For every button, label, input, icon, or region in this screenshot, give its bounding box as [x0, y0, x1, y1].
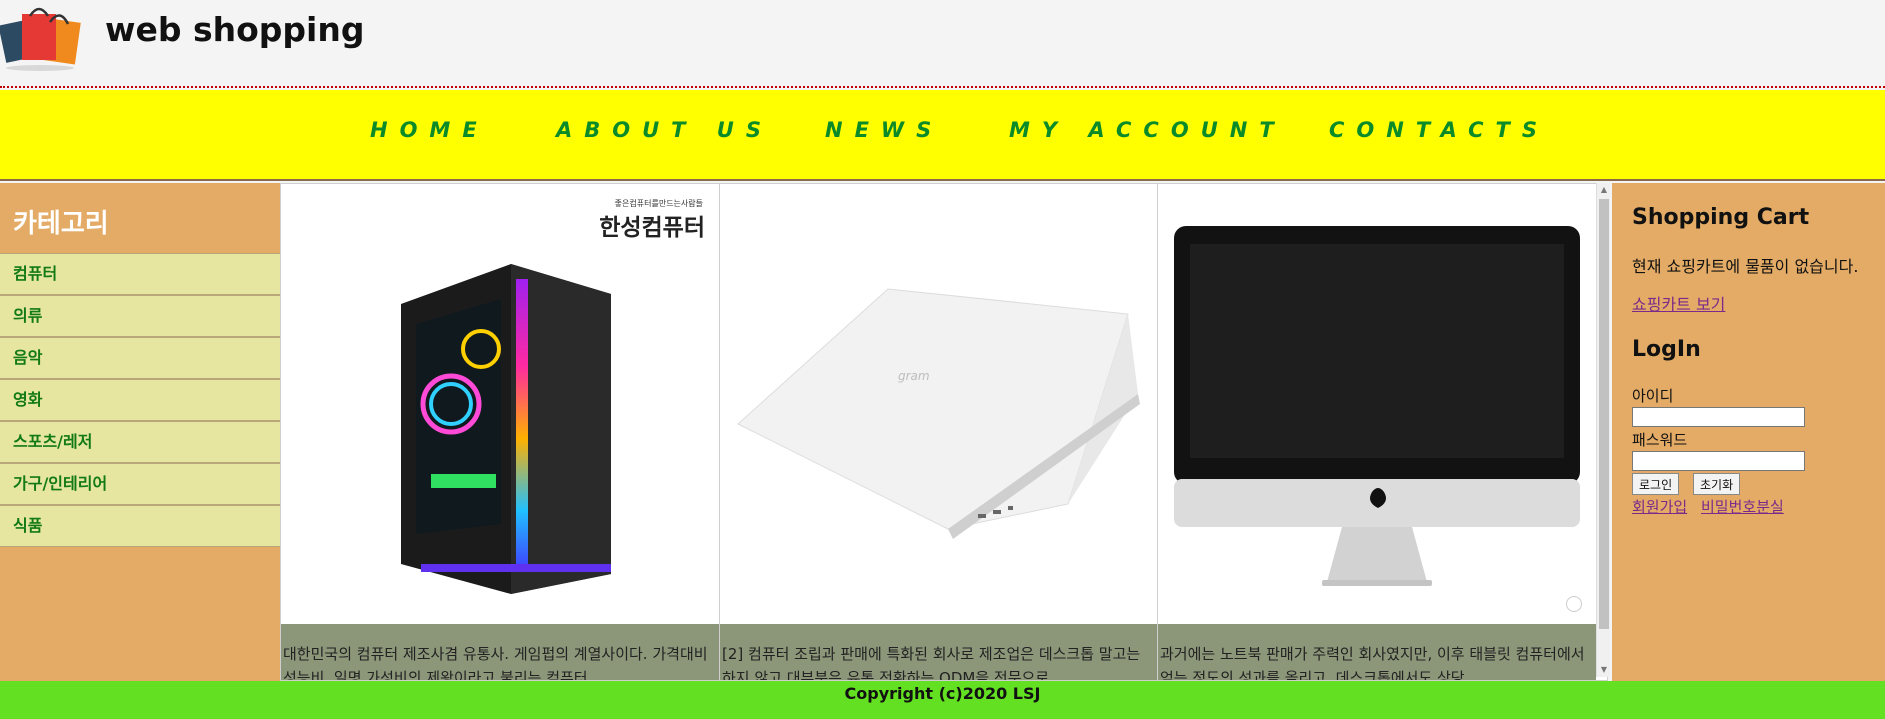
site-title: web shopping: [105, 10, 365, 49]
category-sidebar: 카테고리 컴퓨터 의류 음악 영화 스포츠/레저 가구/인테리어 식품: [0, 183, 280, 681]
laptop-icon: [737, 288, 1140, 539]
product-description: 과거에는 노트북 판매가 주력인 회사였지만, 이후 태블릿 컴퓨터에서 얻는 …: [1158, 624, 1596, 680]
login-title: LogIn: [1632, 337, 1701, 362]
imac-icon: [1174, 226, 1580, 586]
nav-my-account[interactable]: MY ACCOUNT: [1009, 118, 1286, 142]
product-description: 대한민국의 컴퓨터 제조사겸 유통사. 게임펍의 계열사이다. 가격대비 성능비…: [281, 624, 719, 680]
nav-contacts[interactable]: CONTACTS: [1329, 118, 1549, 142]
scroll-down-arrow-icon[interactable]: ▼: [1597, 663, 1611, 677]
laptop-brand: gram: [898, 369, 930, 383]
category-item-clothing[interactable]: 의류: [0, 295, 280, 337]
category-item-food[interactable]: 식품: [0, 505, 280, 547]
gaming-pc-case-icon: [401, 264, 611, 594]
id-label: 아이디: [1632, 387, 1674, 405]
main-scrollbar[interactable]: ▲ ▼: [1596, 183, 1610, 677]
cart-title: Shopping Cart: [1632, 205, 1810, 230]
scroll-up-arrow-icon[interactable]: ▲: [1597, 183, 1611, 197]
product-image[interactable]: [1158, 184, 1596, 624]
lost-password-link[interactable]: 비밀번호분실: [1701, 496, 1784, 517]
site-footer: Copyright (c)2020 LSJ: [0, 681, 1885, 719]
product-image[interactable]: 좋은컴퓨터를만드는사람들 한성컴퓨터: [281, 184, 719, 624]
category-title: 카테고리: [13, 209, 109, 239]
view-cart-link[interactable]: 쇼핑카트 보기: [1632, 291, 1725, 315]
product-card[interactable]: 좋은컴퓨터를만드는사람들 한성컴퓨터 대한민국의 컴퓨터 제조사겸 유통사. 게…: [281, 184, 719, 680]
signup-link[interactable]: 회원가입: [1632, 496, 1687, 517]
copyright-text: Copyright (c)2020 LSJ: [844, 684, 1041, 703]
scroll-thumb[interactable]: [1599, 199, 1609, 629]
category-item-furniture[interactable]: 가구/인테리어: [0, 463, 280, 505]
category-item-sports[interactable]: 스포츠/레저: [0, 421, 280, 463]
right-sidebar: Shopping Cart 현재 쇼핑카트에 물품이 없습니다. 쇼핑카트 보기…: [1612, 183, 1885, 681]
nav-news[interactable]: NEWS: [825, 118, 943, 142]
site-header: web shopping: [0, 0, 1885, 88]
reset-button[interactable]: 초기화: [1693, 473, 1741, 495]
product-description: [2] 컴퓨터 조립과 판매에 특화된 회사로 제조업은 데스크톱 말고는 하지…: [720, 624, 1158, 680]
category-list: 컴퓨터 의류 음악 영화 스포츠/레저 가구/인테리어 식품: [0, 253, 280, 547]
category-item-movie[interactable]: 영화: [0, 379, 280, 421]
product-card[interactable]: 과거에는 노트북 판매가 주력인 회사였지만, 이후 태블릿 컴퓨터에서 얻는 …: [1157, 184, 1596, 680]
id-input[interactable]: [1632, 407, 1805, 427]
watermark-icon: [1566, 596, 1582, 612]
product-image[interactable]: gram: [720, 184, 1158, 624]
shopping-bags-logo-icon[interactable]: [0, 4, 90, 74]
product-card[interactable]: gram [2] 컴퓨터 조립과 판매에 특화된 회사로 제조업은 데스크톱 말…: [719, 184, 1158, 680]
nav-home[interactable]: HOME: [370, 118, 489, 142]
nav-about-us[interactable]: ABOUT US: [556, 118, 773, 142]
password-label: 패스워드: [1632, 431, 1688, 449]
main-nav: HOME ABOUT US NEWS MY ACCOUNT CONTACTS: [0, 90, 1885, 181]
cart-empty-message: 현재 쇼핑카트에 물품이 없습니다.: [1632, 257, 1859, 276]
product-grid: 좋은컴퓨터를만드는사람들 한성컴퓨터 대한민국의 컴퓨터 제조사겸 유통사. 게…: [280, 183, 1608, 681]
login-button[interactable]: 로그인: [1632, 473, 1680, 495]
password-input[interactable]: [1632, 451, 1805, 471]
category-item-computer[interactable]: 컴퓨터: [0, 253, 280, 295]
category-item-music[interactable]: 음악: [0, 337, 280, 379]
